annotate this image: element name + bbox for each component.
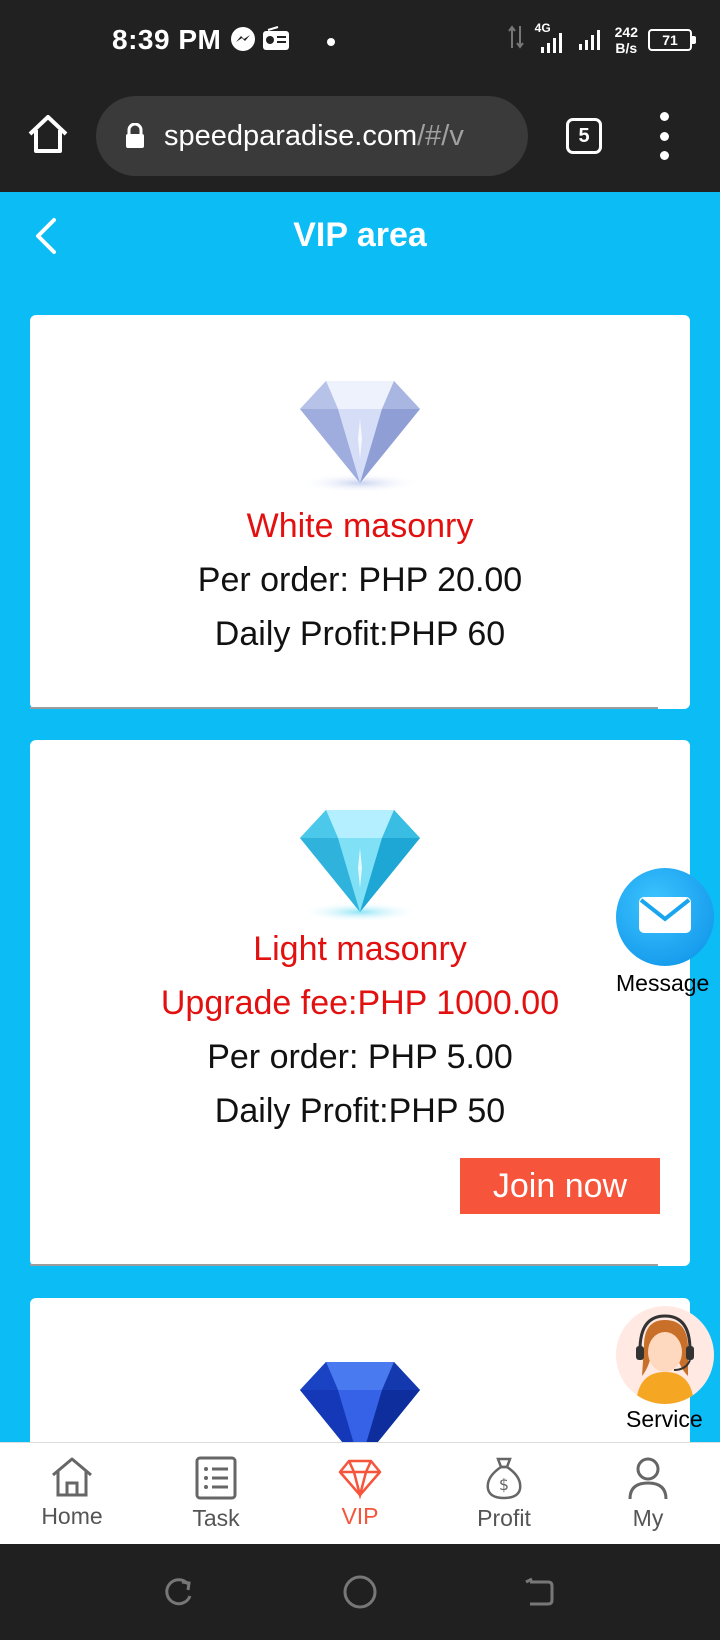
per-order-text: Per order: PHP 20.00 — [197, 561, 523, 599]
user-icon — [588, 1455, 708, 1501]
tab-switcher-button[interactable]: 5 — [566, 118, 602, 154]
vip-card-blue — [30, 1298, 690, 1442]
tab-home[interactable]: Home — [12, 1451, 132, 1541]
browser-menu-icon[interactable] — [656, 112, 672, 160]
task-list-icon — [156, 1455, 276, 1501]
browser-toolbar: speedparadise.com/#/v 5 — [0, 82, 720, 192]
lock-icon — [124, 122, 146, 149]
message-circle[interactable] — [616, 868, 714, 966]
card-divider — [30, 1264, 658, 1266]
tab-label: Task — [192, 1505, 240, 1531]
card-divider — [30, 707, 658, 709]
service-avatar[interactable] — [616, 1306, 714, 1404]
browser-home-icon[interactable] — [26, 112, 70, 156]
daily-profit-text: Daily Profit:PHP 60 — [214, 615, 506, 653]
message-float-button[interactable]: Message — [616, 868, 720, 998]
tab-label: Profit — [477, 1505, 531, 1531]
back-nav-icon[interactable] — [522, 1576, 556, 1615]
address-bar[interactable]: speedparadise.com/#/v — [96, 96, 528, 176]
url-text: speedparadise.com/#/v — [164, 120, 464, 153]
support-agent-icon — [616, 1314, 714, 1404]
message-label: Message — [616, 970, 710, 996]
bottom-tab-bar: Home Task VIP $ Profit My — [0, 1442, 720, 1544]
tab-label: My — [632, 1505, 664, 1531]
per-order-text: Per order: PHP 5.00 — [207, 1038, 513, 1076]
battery-tip — [692, 35, 696, 44]
join-now-button[interactable]: Join now — [460, 1158, 660, 1214]
status-time: 8:39 PM — [112, 24, 222, 55]
tab-task[interactable]: Task — [156, 1451, 276, 1541]
network-speed: 242 B/s — [615, 24, 638, 56]
envelope-icon — [637, 895, 693, 940]
vip-card-light-masonry: Light masonry Upgrade fee:PHP 1000.00 Pe… — [30, 740, 690, 1266]
radio-icon — [262, 26, 290, 57]
svg-text:$: $ — [499, 1475, 509, 1494]
tab-my[interactable]: My — [588, 1451, 708, 1541]
service-label: Service — [626, 1406, 703, 1432]
diamond-icon — [300, 1455, 420, 1499]
url-domain: speedparadise.com — [164, 119, 418, 152]
notification-dot-icon — [326, 34, 336, 52]
card-title: White masonry — [246, 507, 474, 545]
tab-vip[interactable]: VIP — [300, 1451, 420, 1541]
recent-apps-icon[interactable] — [162, 1576, 196, 1615]
home-icon — [12, 1455, 132, 1499]
tab-label: Home — [41, 1503, 103, 1529]
upgrade-fee-text: Upgrade fee:PHP 1000.00 — [160, 984, 560, 1022]
tab-label: VIP — [341, 1503, 379, 1529]
daily-profit-text: Daily Profit:PHP 50 — [214, 1092, 506, 1130]
page-header: VIP area — [0, 192, 720, 284]
service-float-button[interactable]: Service — [616, 1306, 720, 1436]
data-transfer-icon — [507, 24, 525, 55]
speed-value: 242 — [614, 23, 638, 40]
vip-page: VIP area White masonry Per order: PHP 20… — [0, 192, 720, 1442]
battery-level: 71 — [662, 31, 678, 48]
white-diamond-icon — [292, 359, 428, 495]
status-right-group: 4G 242 B/s 71 — [507, 21, 696, 57]
card-title: Light masonry — [253, 930, 467, 968]
messenger-icon — [230, 26, 256, 57]
battery-icon: 71 — [648, 28, 696, 51]
blue-diamond-icon — [292, 1340, 428, 1442]
page-title: VIP area — [293, 216, 427, 254]
signal-4g-icon: 4G — [535, 21, 565, 55]
signal-icon — [575, 22, 605, 57]
money-bag-icon: $ — [444, 1455, 564, 1501]
home-circle-icon[interactable] — [342, 1574, 378, 1615]
tab-profit[interactable]: $ Profit — [444, 1451, 564, 1541]
status-bar: 8:39 PM 4G 242 B/s 71 — [0, 0, 720, 82]
speed-unit: B/s — [615, 39, 638, 56]
light-blue-diamond-icon — [292, 788, 428, 924]
url-path: /#/v — [417, 119, 464, 152]
system-navigation-bar — [0, 1544, 720, 1640]
vip-card-white-masonry: White masonry Per order: PHP 20.00 Daily… — [30, 315, 690, 709]
